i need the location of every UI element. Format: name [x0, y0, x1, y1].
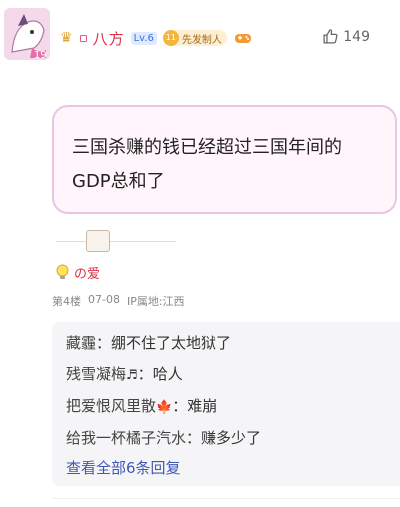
music-note-icon: ♬ — [126, 368, 138, 383]
thumbs-up-icon — [323, 29, 338, 44]
reply-text: 哈人 — [152, 365, 183, 383]
badge-label: 先发制人 — [181, 34, 222, 46]
floor-number: 第4楼 — [52, 295, 81, 308]
reply-separator: ： — [137, 365, 153, 383]
signature-image — [52, 225, 182, 259]
level-badge: Lv.6 — [130, 31, 157, 45]
view-all-replies-link[interactable]: 查看全部6条回复 — [66, 454, 386, 483]
user-info-row: ♛ 八方 Lv.6 11 先发制人 — [60, 28, 252, 48]
crown-icon: ♛ — [60, 30, 73, 46]
bottom-divider — [52, 498, 400, 499]
reply-item[interactable]: 残雪凝梅♬：哈人 — [66, 359, 386, 391]
username[interactable]: 八方 — [93, 28, 125, 49]
post-date: 07-08 — [88, 293, 120, 306]
reply-list: 藏霾：绷不住了太地狱了 残雪凝梅♬：哈人 把爱恨风里散🍁：难崩 给我一杯橘子汽水… — [52, 322, 400, 486]
post-content-card: 三国杀赚的钱已经超过三国年间的GDP总和了 — [52, 105, 397, 214]
gamepad-icon — [234, 34, 251, 43]
signature-row: の爱 — [55, 263, 100, 282]
signature-divider — [56, 241, 176, 242]
svg-text:19: 19 — [34, 50, 47, 60]
post-content-text: 三国杀赚的钱已经超过三国年间的GDP总和了 — [72, 137, 342, 192]
reply-item[interactable]: 藏霾：绷不住了太地狱了 — [66, 328, 386, 359]
ip-location: IP属地:江西 — [126, 295, 185, 308]
signature-key-graphic — [86, 230, 110, 252]
badge-coin-icon: 11 — [162, 30, 179, 46]
reply-author[interactable]: 给我一杯橘子汽水 — [66, 429, 186, 447]
honor-badge[interactable]: 11 先发制人 — [162, 30, 227, 46]
maple-leaf-icon: 🍁 — [156, 400, 173, 415]
reply-author[interactable]: 残雪凝梅 — [66, 365, 126, 383]
reply-separator: ： — [172, 397, 188, 415]
reply-author[interactable]: 把爱恨风里散 — [66, 397, 156, 415]
vip-square-icon — [79, 34, 87, 42]
reply-text: 难崩 — [187, 397, 218, 415]
reply-item[interactable]: 给我一杯橘子汽水：赚多少了 — [66, 423, 386, 454]
reply-text: 赚多少了 — [201, 429, 262, 447]
reply-text: 绷不住了太地狱了 — [111, 334, 232, 352]
post-header: 19 ♛ 八方 Lv.6 11 先发制人 149 — [0, 0, 400, 78]
like-count: 149 — [343, 28, 370, 45]
avatar[interactable]: 19 — [4, 8, 50, 60]
reply-separator: ： — [186, 429, 202, 447]
lightbulb-icon — [56, 264, 69, 279]
signature-name: の爱 — [74, 267, 101, 282]
reply-author[interactable]: 藏霾 — [66, 334, 96, 352]
reply-item[interactable]: 把爱恨风里散🍁：难崩 — [66, 391, 386, 423]
like-button[interactable]: 149 — [322, 28, 370, 45]
reply-separator: ： — [96, 334, 112, 352]
post-meta: 第4楼 07-08 IP属地:江西 — [52, 293, 185, 309]
